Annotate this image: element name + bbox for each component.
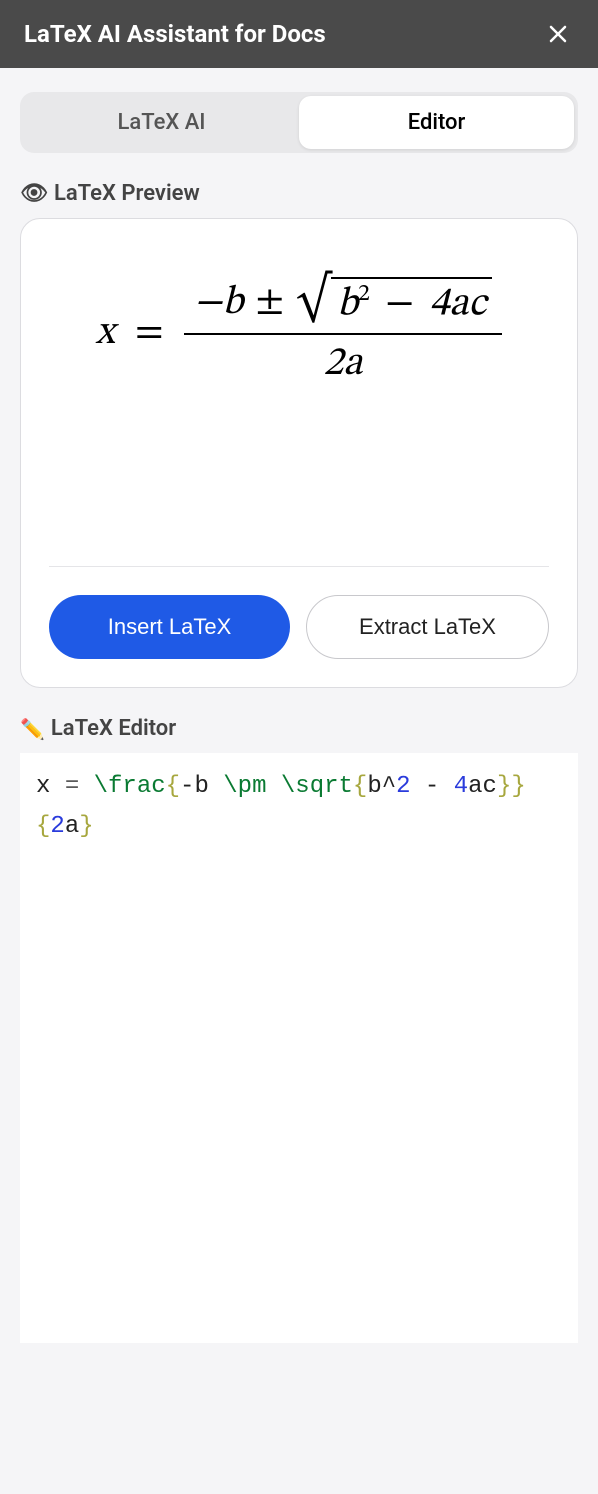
sqrt: √ b2 − 4ac	[296, 277, 492, 329]
preview-card: x = −b ± √ b2 − 4ac	[20, 218, 578, 688]
code-token: -b	[180, 773, 223, 800]
equals-sign: =	[135, 308, 164, 358]
close-icon	[546, 22, 570, 46]
formula-preview: x = −b ± √ b2 − 4ac	[49, 247, 549, 567]
code-token: {	[353, 773, 367, 800]
close-button[interactable]	[542, 18, 574, 50]
preview-actions: Insert LaTeX Extract LaTeX	[49, 595, 549, 659]
code-token: b^	[367, 773, 396, 800]
latex-editor-input[interactable]: x = \frac{-b \pm \sqrt{b^2 - 4ac}}{2a}	[20, 753, 578, 1343]
radicand: b2 − 4ac	[331, 277, 492, 329]
code-token	[266, 773, 280, 800]
pencil-icon: ✏️	[20, 717, 45, 741]
preview-label-text: LaTeX Preview	[54, 181, 200, 206]
numerator: −b ± √ b2 − 4ac	[184, 277, 503, 335]
editor-section-label: ✏️ LaTeX Editor	[20, 716, 578, 741]
code-token: }	[497, 773, 511, 800]
rendered-formula: x = −b ± √ b2 − 4ac	[96, 277, 503, 389]
fraction: −b ± √ b2 − 4ac 2a	[184, 277, 503, 389]
editor-label-text: LaTeX Editor	[51, 716, 176, 741]
code-token: \pm	[223, 773, 266, 800]
code-token: 2	[50, 813, 64, 840]
exponent-2: 2	[358, 282, 370, 306]
tab-bar: LaTeX AI Editor	[20, 92, 578, 153]
tab-editor[interactable]: Editor	[299, 96, 574, 149]
code-token: -	[411, 773, 454, 800]
code-token: 2	[396, 773, 410, 800]
insert-latex-button[interactable]: Insert LaTeX	[49, 595, 290, 659]
radical-icon: √	[296, 283, 331, 335]
formula-lhs: x	[96, 308, 115, 358]
code-token: {	[166, 773, 180, 800]
header: LaTeX AI Assistant for Docs	[0, 0, 598, 68]
minus-op: −	[385, 284, 414, 324]
denominator: 2a	[323, 335, 362, 389]
code-token: }	[79, 813, 93, 840]
code-token: a	[65, 813, 79, 840]
plus-minus: ±	[255, 278, 284, 328]
four-ac: 4ac	[429, 284, 486, 324]
code-token: \sqrt	[281, 773, 353, 800]
preview-section-label: 👁 LaTeX Preview	[20, 181, 578, 206]
eye-icon: 👁	[20, 181, 48, 206]
tab-latex-ai[interactable]: LaTeX AI	[24, 96, 299, 149]
minus-b: −b	[194, 278, 244, 328]
code-token: ac	[468, 773, 497, 800]
code-token: \frac	[94, 773, 166, 800]
b-var: b	[337, 284, 358, 324]
code-token: =	[65, 773, 94, 800]
code-token: 4	[454, 773, 468, 800]
app-title: LaTeX AI Assistant for Docs	[24, 20, 326, 48]
code-token: }	[511, 773, 525, 800]
content-area: LaTeX AI Editor 👁 LaTeX Preview x = −b ±…	[0, 68, 598, 1367]
code-token: {	[36, 813, 50, 840]
extract-latex-button[interactable]: Extract LaTeX	[306, 595, 549, 659]
code-token: x	[36, 773, 65, 800]
